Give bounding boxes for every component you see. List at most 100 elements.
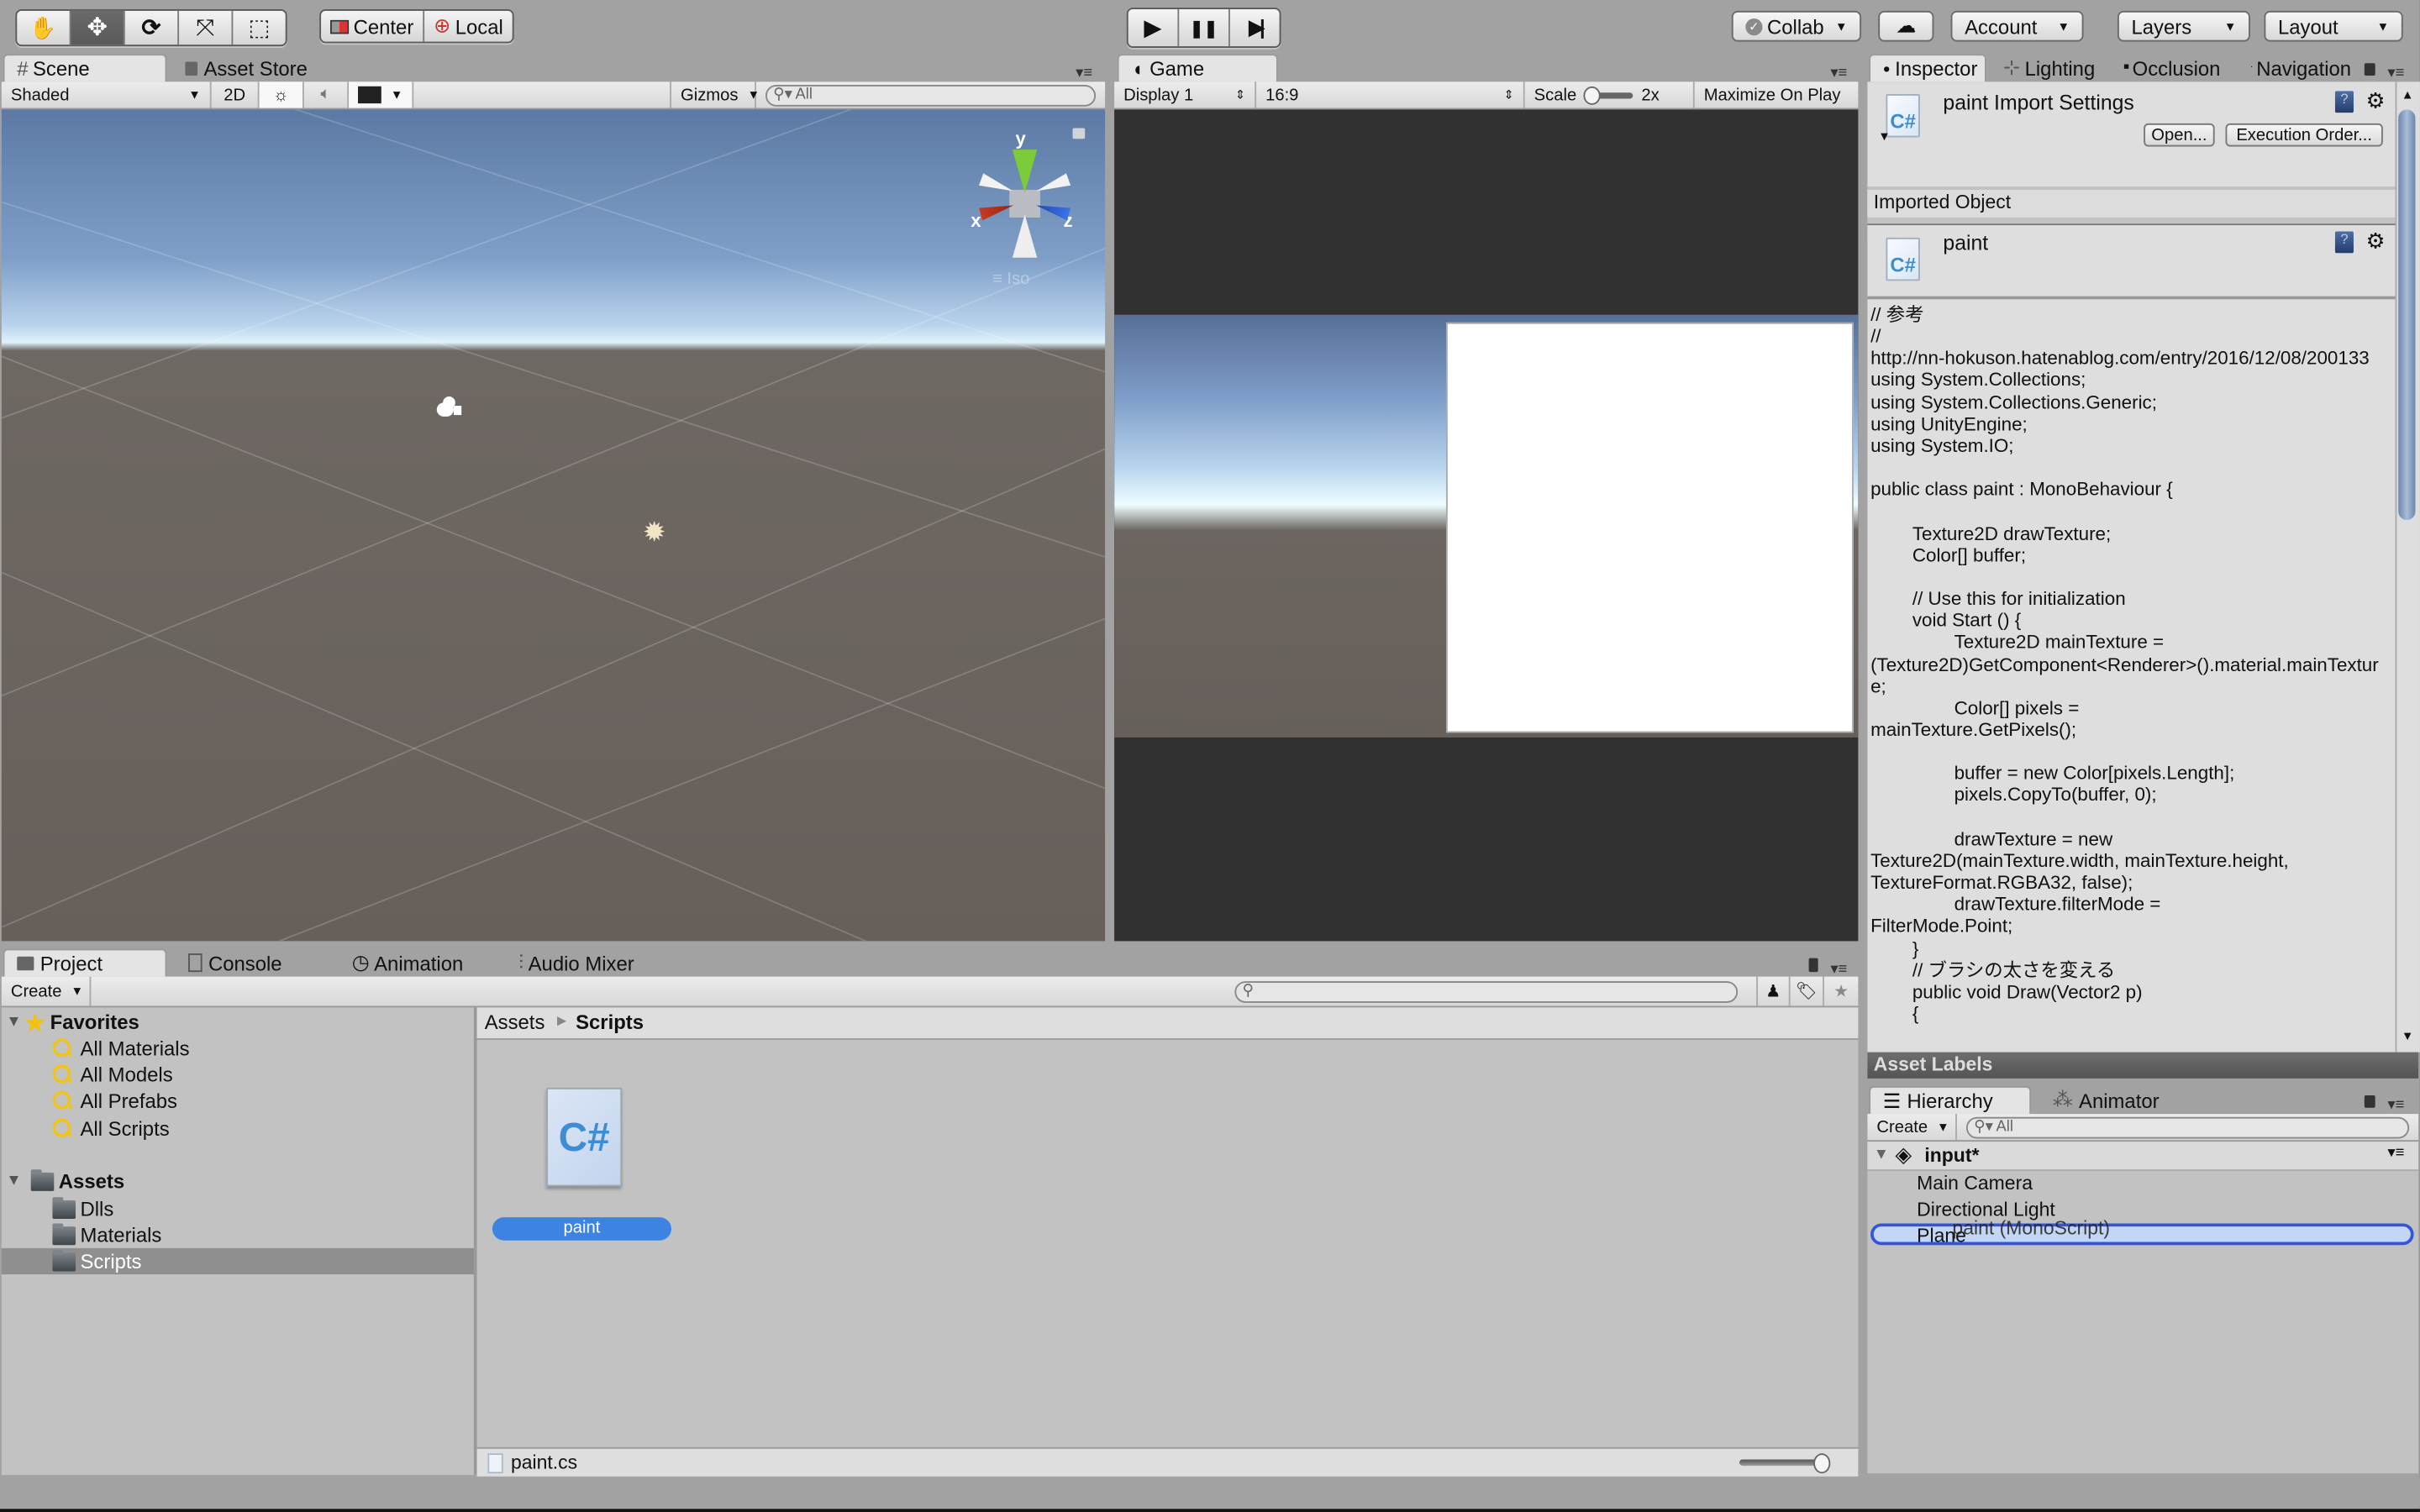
help-book-icon[interactable]: ?: [2334, 91, 2354, 113]
collab-dropdown[interactable]: ✓ Collab ▼: [1731, 10, 1862, 42]
pivot-local-button[interactable]: ⊕ Local: [424, 11, 513, 42]
tab-lighting[interactable]: ⊹ Lighting: [1991, 54, 2107, 81]
panel-menu-icon[interactable]: ▾≡: [2387, 1097, 2404, 1114]
pivot-center-button[interactable]: Center: [321, 10, 425, 42]
lock-icon[interactable]: [2364, 63, 2375, 76]
scene-header-row[interactable]: ▼ ◈ input* ▾≡: [1867, 1142, 2419, 1172]
project-create-dropdown[interactable]: Create ▼: [2, 976, 92, 1006]
scene-search-input[interactable]: ⚲▾ All: [765, 84, 1097, 106]
foldout-arrow-icon[interactable]: ▼: [6, 1173, 24, 1189]
directional-light-gizmo-icon[interactable]: ✹: [640, 518, 668, 546]
favorite-item[interactable]: All Materials: [52, 1035, 190, 1061]
icon-size-slider-thumb[interactable]: [1813, 1453, 1831, 1474]
foldout-arrow-icon[interactable]: ▼: [1878, 129, 1891, 144]
step-button[interactable]: ▶|: [1230, 9, 1280, 46]
tab-occlusion[interactable]: ■ Occlusion: [2112, 54, 2233, 81]
scale-slider[interactable]: [1582, 85, 1633, 104]
csharp-asset-icon[interactable]: C#: [546, 1087, 623, 1187]
tab-game[interactable]: ◖ Game: [1117, 54, 1278, 82]
tab-audio-mixer[interactable]: ⫶ Audio Mixer: [506, 949, 646, 977]
asset-item-paint[interactable]: paint: [492, 1217, 671, 1241]
foldout-arrow-icon[interactable]: ▼: [6, 1014, 24, 1031]
folder-icon: [30, 1168, 55, 1191]
tab-navigation[interactable]: · Navigation: [2238, 54, 2364, 81]
folder-item-materials[interactable]: Materials: [52, 1222, 161, 1248]
tab-animation[interactable]: ◷ Animation: [339, 949, 476, 977]
scroll-up-icon[interactable]: ▲: [2402, 88, 2414, 102]
panel-menu-icon[interactable]: ▾≡: [1830, 961, 1847, 978]
lock-icon[interactable]: [2364, 1095, 2375, 1108]
assets-node[interactable]: ▼ Assets: [6, 1168, 124, 1194]
folder-item-scripts[interactable]: Scripts: [52, 1248, 141, 1274]
window-bottom-edge: [0, 1509, 2420, 1512]
rotate-tool-button[interactable]: ⟳: [125, 10, 180, 45]
scrollbar-thumb[interactable]: [2398, 109, 2416, 520]
rect-tool-button[interactable]: ⬚: [233, 11, 285, 45]
gear-icon[interactable]: ⚙: [2366, 228, 2386, 255]
asset-labels-bar[interactable]: Asset Labels: [1867, 1052, 2419, 1079]
maximize-on-play-toggle[interactable]: Maximize On Play: [1695, 81, 1850, 108]
tab-scene[interactable]: # Scene: [3, 54, 167, 82]
icon-size-slider[interactable]: [1739, 1459, 1823, 1466]
hierarchy-item-main-camera[interactable]: Main Camera: [1917, 1173, 2033, 1194]
breadcrumb-scripts[interactable]: Scripts: [576, 1011, 644, 1034]
open-button[interactable]: Open...: [2144, 123, 2215, 147]
scale-slider-thumb[interactable]: [1582, 85, 1600, 104]
audio-toggle[interactable]: 🔈︎: [304, 81, 350, 108]
projection-label[interactable]: ≡ Iso: [992, 270, 1029, 288]
tab-inspector[interactable]: ● Inspector: [1869, 54, 1986, 82]
effects-dropdown[interactable]: ▼: [349, 81, 414, 108]
favorite-item[interactable]: All Scripts: [52, 1116, 170, 1142]
breadcrumb-assets[interactable]: Assets: [485, 1011, 545, 1034]
panel-menu-icon[interactable]: ▾≡: [1830, 65, 1847, 81]
panel-menu-icon[interactable]: ▾≡: [2387, 65, 2404, 81]
play-button[interactable]: ▶: [1128, 9, 1180, 47]
lock-icon[interactable]: [1808, 958, 1818, 973]
search-by-type-button[interactable]: ♟: [1756, 976, 1791, 1006]
camera-gizmo-icon[interactable]: [436, 396, 465, 418]
favorite-item[interactable]: All Models: [52, 1062, 173, 1088]
panel-menu-icon[interactable]: ▾≡: [2387, 1145, 2404, 1162]
hand-tool-button[interactable]: ✋: [17, 10, 71, 45]
tab-project[interactable]: Project: [3, 948, 167, 977]
gear-icon[interactable]: ⚙: [2366, 88, 2386, 114]
tab-hierarchy[interactable]: ☰ Hierarchy: [1869, 1086, 2032, 1115]
execution-order-button[interactable]: Execution Order...: [2225, 123, 2383, 147]
favorite-item[interactable]: All Prefabs: [52, 1088, 177, 1114]
panel-menu-icon[interactable]: ▾≡: [1076, 65, 1092, 81]
hierarchy-create-dropdown[interactable]: Create ▼: [1867, 1114, 1957, 1141]
hierarchy-search-input[interactable]: ⚲▾ All: [1965, 1116, 2410, 1138]
move-tool-button[interactable]: ✥: [71, 10, 125, 45]
tab-animator[interactable]: ⁂ Animator: [2040, 1086, 2171, 1114]
project-search-input[interactable]: ⚲: [1234, 980, 1739, 1002]
scroll-down-icon[interactable]: ▼: [2402, 1029, 2414, 1043]
account-dropdown[interactable]: Account ▼: [1950, 10, 2084, 42]
gizmos-dropdown[interactable]: Gizmos ▼: [670, 81, 760, 108]
2d-toggle[interactable]: 2D: [212, 81, 260, 108]
lighting-toggle[interactable]: ☼: [259, 81, 304, 108]
tab-console[interactable]: Console: [176, 949, 294, 977]
tab-asset-store[interactable]: Asset Store: [173, 54, 320, 81]
layout-dropdown[interactable]: Layout ▼: [2264, 10, 2403, 42]
folder-item-dlls[interactable]: Dlls: [52, 1195, 113, 1221]
paint-plane[interactable]: [1445, 322, 1854, 733]
cloud-button[interactable]: ☁: [1878, 10, 1934, 42]
csharp-script-icon: C#: [1886, 237, 1920, 281]
scene-toolbar: Shaded ▼ 2D ☼ 🔈︎ ▼ Gizmos ▼ ⚲▾ All: [1, 81, 1106, 110]
aspect-dropdown[interactable]: 16:9 ⇕: [1256, 81, 1525, 108]
scene-viewport[interactable]: ✹ y x z ≡ Iso: [1, 109, 1106, 942]
layers-dropdown[interactable]: Layers ▼: [2117, 10, 2250, 42]
shading-mode-dropdown[interactable]: Shaded ▼: [2, 81, 212, 108]
game-viewport[interactable]: [1114, 109, 1859, 942]
scale-tool-button[interactable]: ⤧: [179, 10, 234, 45]
display-dropdown[interactable]: Display 1 ⇕: [1114, 81, 1257, 108]
lock-icon[interactable]: [1072, 128, 1086, 139]
foldout-arrow-icon[interactable]: ▼: [1874, 1147, 1889, 1163]
inspector-scrollbar[interactable]: ▲ ▼: [2395, 81, 2420, 1053]
save-search-button[interactable]: ★: [1824, 977, 1858, 1006]
pause-button[interactable]: ❚❚: [1179, 9, 1230, 47]
search-by-label-button[interactable]: 🏷︎: [1791, 976, 1824, 1006]
favorites-node[interactable]: ▼ ★ Favorites: [6, 1009, 139, 1036]
help-book-icon[interactable]: ?: [2334, 231, 2354, 254]
orientation-gizmo[interactable]: y x z ≡ Iso: [968, 128, 1092, 288]
